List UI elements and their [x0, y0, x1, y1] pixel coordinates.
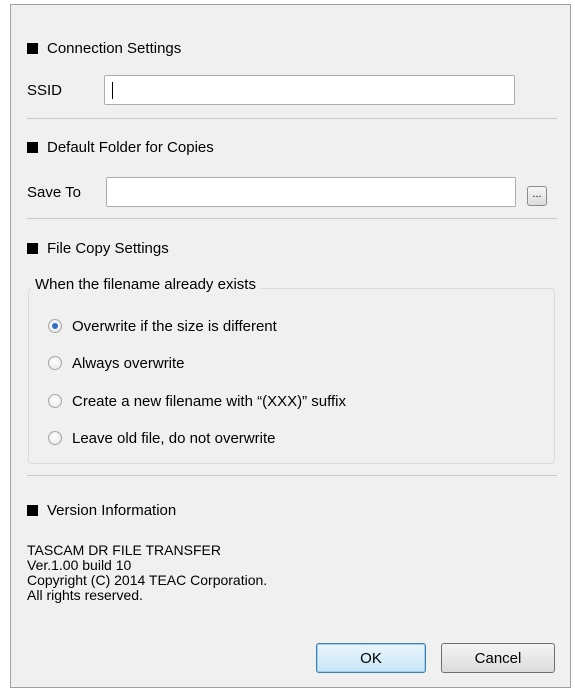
radio-option-leave-old-file[interactable]: Leave old file, do not overwrite: [48, 428, 275, 448]
radio-unchecked-icon[interactable]: [48, 431, 62, 445]
ssid-input[interactable]: [104, 75, 515, 105]
text-caret: [112, 82, 113, 99]
radio-label: Always overwrite: [72, 354, 185, 372]
square-bullet-icon: [27, 242, 38, 254]
app-name-line: TASCAM DR FILE TRANSFER: [27, 542, 221, 558]
radio-option-overwrite-if-different[interactable]: Overwrite if the size is different: [48, 316, 277, 336]
default-folder-title: Default Folder for Copies: [47, 138, 214, 156]
file-copy-title: File Copy Settings: [47, 239, 169, 257]
connection-settings-heading: Connection Settings: [27, 38, 181, 58]
save-to-input[interactable]: [106, 177, 516, 207]
separator: [27, 118, 557, 119]
separator: [27, 475, 557, 476]
radio-unchecked-icon[interactable]: [48, 356, 62, 370]
filename-exists-group-label: When the filename already exists: [31, 276, 260, 293]
radio-option-new-filename[interactable]: Create a new filename with “(XXX)” suffi…: [48, 391, 346, 411]
separator: [27, 218, 557, 219]
radio-checked-icon[interactable]: [48, 319, 62, 333]
radio-unchecked-icon[interactable]: [48, 394, 62, 408]
default-folder-heading: Default Folder for Copies: [27, 137, 214, 157]
square-bullet-icon: [27, 141, 38, 153]
square-bullet-icon: [27, 42, 38, 54]
version-title: Version Information: [47, 501, 177, 519]
version-line: Ver.1.00 build 10: [27, 557, 132, 573]
version-heading: Version Information: [27, 500, 176, 520]
version-info-text: TASCAM DR FILE TRANSFER Ver.1.00 build 1…: [27, 543, 267, 603]
copyright-line: Copyright (C) 2014 TEAC Corporation.: [27, 572, 268, 588]
ok-button[interactable]: OK: [316, 643, 426, 673]
ssid-label: SSID: [27, 82, 63, 99]
radio-label: Overwrite if the size is different: [72, 317, 277, 335]
file-copy-heading: File Copy Settings: [27, 238, 169, 258]
square-bullet-icon: [27, 504, 38, 516]
radio-label: Leave old file, do not overwrite: [72, 429, 276, 447]
connection-settings-title: Connection Settings: [47, 39, 182, 57]
cancel-button[interactable]: Cancel: [441, 643, 555, 673]
rights-line: All rights reserved.: [27, 587, 143, 603]
radio-option-always-overwrite[interactable]: Always overwrite: [48, 353, 185, 373]
save-to-label: Save To: [27, 184, 81, 201]
browse-button[interactable]: ...: [527, 186, 547, 206]
radio-label: Create a new filename with “(XXX)” suffi…: [72, 392, 346, 410]
settings-dialog: Connection Settings SSID Default Folder …: [10, 4, 571, 688]
